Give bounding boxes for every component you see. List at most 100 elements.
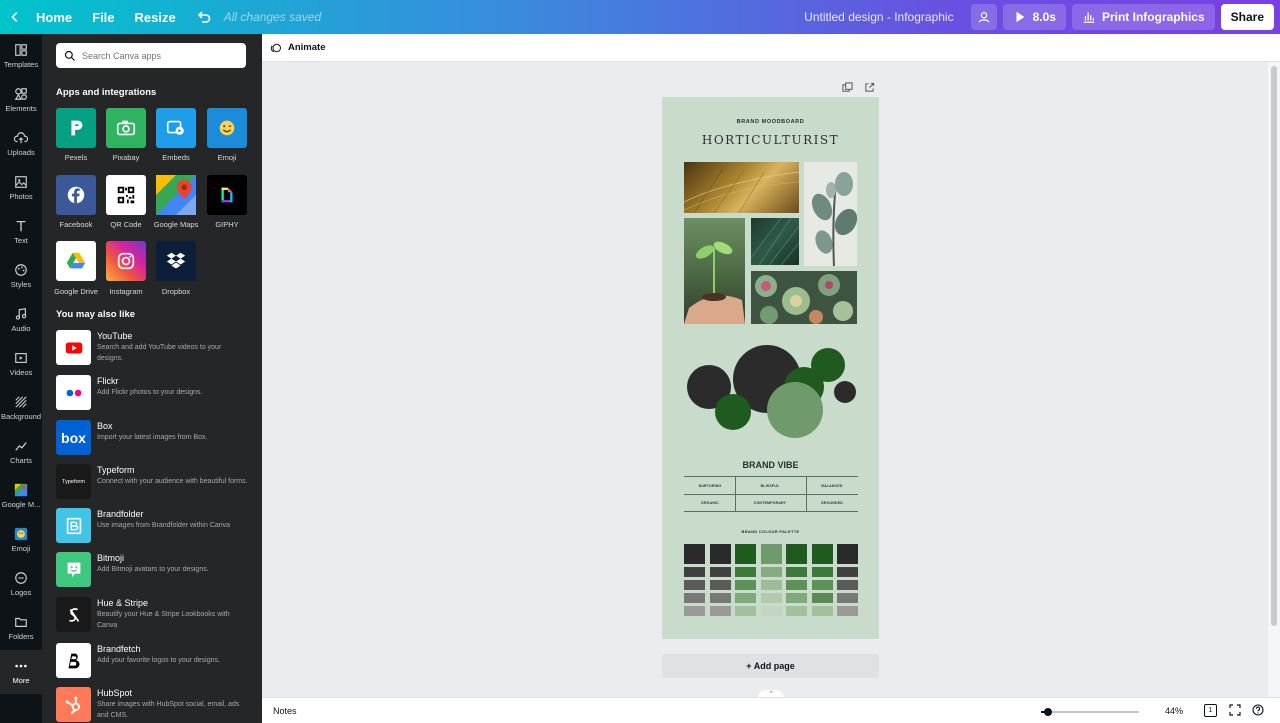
palette-swatch xyxy=(811,580,833,590)
app-label: Emoji xyxy=(217,153,237,162)
photo-dark-leaves[interactable] xyxy=(751,218,799,265)
photo-succulents[interactable] xyxy=(751,271,857,324)
recommended-item-box[interactable]: box Box Import your latest images from B… xyxy=(56,420,256,460)
rail-label: Text xyxy=(14,236,28,245)
rail-item-text[interactable]: Text xyxy=(0,210,42,254)
resize-button[interactable]: Resize xyxy=(125,0,186,34)
app-tile-google-drive[interactable] xyxy=(56,241,96,281)
palette-swatch xyxy=(735,544,756,564)
rail-item-folders[interactable]: Folders xyxy=(0,606,42,650)
collaborator-icon[interactable] xyxy=(970,4,997,30)
duplicate-page-icon[interactable] xyxy=(842,80,854,92)
rail-item-audio[interactable]: Audio xyxy=(0,298,42,342)
file-menu[interactable]: File xyxy=(82,0,124,34)
scroll-thumb[interactable] xyxy=(1271,66,1277,626)
app-tile-pixabay[interactable] xyxy=(106,108,146,148)
search-input[interactable] xyxy=(82,50,242,61)
rail-item-photos[interactable]: Photos xyxy=(0,166,42,210)
rail-item-emoji[interactable]: Emoji xyxy=(0,518,42,562)
recommended-item-hubspot[interactable]: HubSpot Share images with HubSpot social… xyxy=(56,687,256,723)
pexels-icon xyxy=(71,120,83,136)
animate-button[interactable]: Animate xyxy=(288,42,325,53)
help-icon[interactable] xyxy=(1252,704,1265,717)
app-tile-facebook[interactable] xyxy=(56,175,96,215)
app-tile-embeds[interactable] xyxy=(156,108,196,148)
emoji-face-icon xyxy=(219,120,235,136)
recommended-item-brandfolder[interactable]: Brandfolder Use images from Brandfolder … xyxy=(56,508,256,548)
rail-item-more[interactable]: More xyxy=(0,650,42,694)
recommended-item-youtube[interactable]: YouTube Search and add YouTube videos to… xyxy=(56,330,256,370)
recommended-section-title: You may also like xyxy=(56,309,136,320)
share-page-icon[interactable] xyxy=(864,80,876,92)
print-infographics-button[interactable]: Print Infographics xyxy=(1071,4,1215,30)
fullscreen-icon[interactable] xyxy=(1229,704,1242,717)
rail-item-charts[interactable]: Charts xyxy=(0,430,42,474)
app-tile-google-maps[interactable] xyxy=(156,175,196,215)
rail-item-background[interactable]: Background xyxy=(0,386,42,430)
palette-swatch xyxy=(709,567,731,577)
photo-seedling-hand[interactable] xyxy=(684,218,745,324)
bitmoji-icon xyxy=(56,552,91,587)
recommended-desc: Connect with your audience with beautifu… xyxy=(97,478,248,485)
app-tile-giphy[interactable] xyxy=(207,175,247,215)
zoom-slider[interactable] xyxy=(1041,708,1139,716)
brand-vibe-title: BRAND VIBE xyxy=(742,460,799,470)
undo-icon[interactable] xyxy=(186,0,222,34)
recommended-item-bitmoji[interactable]: Bitmoji Add Bitmoji avatars to your desi… xyxy=(56,552,256,592)
qr-code-icon xyxy=(117,186,135,204)
footer-bar: Notes 44% 1 xyxy=(262,697,1280,723)
add-page-button[interactable]: + Add page xyxy=(662,654,879,678)
editor-toolbar: Animate xyxy=(262,34,1280,62)
brand-color-bubbles[interactable] xyxy=(662,337,879,442)
page-count-button[interactable]: 1 xyxy=(1204,704,1217,717)
box-logo: box xyxy=(61,429,86,446)
recommended-name: Typeform xyxy=(97,465,135,475)
rail-item-templates[interactable]: Templates xyxy=(0,34,42,78)
share-button[interactable]: Share xyxy=(1220,4,1274,30)
rail-item-google-maps[interactable]: Google M... xyxy=(0,474,42,518)
rail-item-elements[interactable]: Elements xyxy=(0,78,42,122)
recommended-item-flickr[interactable]: Flickr Add Flickr photos to your designs… xyxy=(56,375,256,415)
app-tile-instagram[interactable] xyxy=(106,241,146,281)
recommended-item-hue-stripe[interactable]: Hue & Stripe Beautify your Hue & Stripe … xyxy=(56,597,256,637)
rail-label: Photos xyxy=(9,192,33,201)
palette-swatch xyxy=(811,606,833,616)
search-box[interactable] xyxy=(56,43,246,68)
palette-swatch xyxy=(786,593,807,603)
photo-succulent-stem[interactable] xyxy=(804,162,857,266)
bubble-green-left xyxy=(715,394,751,430)
play-button[interactable]: 8.0s xyxy=(1002,4,1066,30)
rail-item-uploads[interactable]: Uploads xyxy=(0,122,42,166)
app-tile-emoji[interactable] xyxy=(207,108,247,148)
palette-swatch xyxy=(837,544,858,564)
zoom-slider-handle[interactable] xyxy=(1043,708,1052,716)
videos-icon xyxy=(15,353,27,363)
app-tile-dropbox[interactable] xyxy=(156,241,196,281)
back-chevron-icon[interactable] xyxy=(0,0,26,34)
google-maps-icon xyxy=(14,483,28,497)
rail-item-logos[interactable]: Logos xyxy=(0,562,42,606)
palette-swatch xyxy=(735,567,756,577)
logos-icon xyxy=(15,572,27,584)
photo-dried-grass[interactable] xyxy=(684,162,799,213)
rail-item-styles[interactable]: Styles xyxy=(0,254,42,298)
zoom-level[interactable]: 44% xyxy=(1165,706,1183,716)
rail-label: More xyxy=(12,676,30,685)
save-status: All changes saved xyxy=(223,10,322,24)
vertical-scrollbar[interactable] xyxy=(1268,62,1280,697)
app-tile-pexels[interactable] xyxy=(56,108,96,148)
rail-label: Uploads xyxy=(7,148,35,157)
typeform-icon: Typeform xyxy=(56,464,91,499)
rail-item-videos[interactable]: Videos xyxy=(0,342,42,386)
rail-label: Styles xyxy=(10,280,32,289)
rail-label: Logos xyxy=(10,588,32,597)
app-tile-qr-code[interactable] xyxy=(106,175,146,215)
design-page[interactable]: BRAND MOODBOARD HORTICULTURIST BRAND VIB… xyxy=(662,97,879,639)
recommended-item-typeform[interactable]: Typeform Typeform Connect with your audi… xyxy=(56,464,256,504)
document-title[interactable]: Untitled design - Infographic xyxy=(804,10,967,24)
vibe-word: GROUNDED xyxy=(820,501,844,505)
recommended-item-brandfetch[interactable]: Brandfetch Add your favorite logos to yo… xyxy=(56,643,256,683)
giphy-icon xyxy=(221,187,233,203)
notes-button[interactable]: Notes xyxy=(273,706,297,716)
home-button[interactable]: Home xyxy=(26,0,82,34)
